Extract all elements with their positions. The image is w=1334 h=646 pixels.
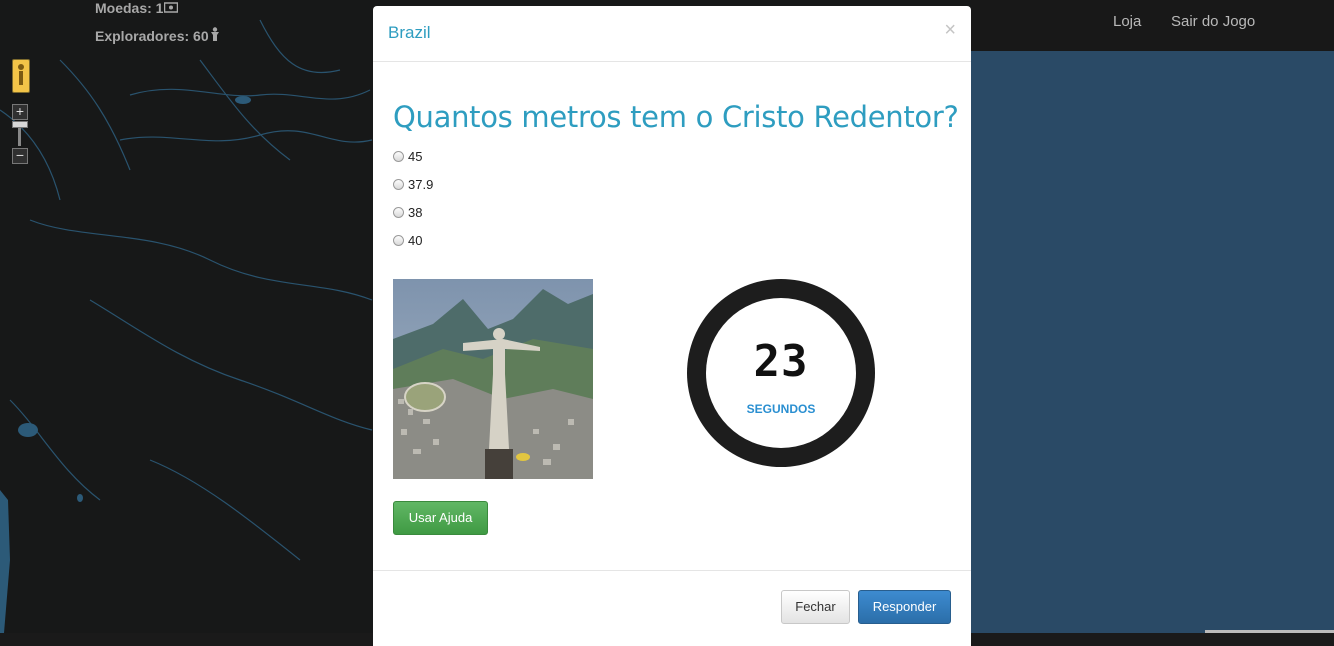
zoom-out-button[interactable]: − bbox=[12, 148, 28, 164]
answer-option-3[interactable]: 38 bbox=[393, 202, 422, 222]
close-icon[interactable]: × bbox=[944, 20, 956, 40]
timer-face: 23 SEGUNDOS bbox=[706, 298, 856, 448]
close-button[interactable]: Fechar bbox=[781, 590, 850, 624]
shop-link[interactable]: Loja bbox=[1113, 13, 1141, 30]
modal-title: Brazil bbox=[388, 23, 431, 42]
radio-button[interactable] bbox=[393, 150, 404, 162]
use-help-button[interactable]: Usar Ajuda bbox=[393, 501, 488, 535]
pegman-body bbox=[19, 71, 23, 85]
answer-option-4[interactable]: 40 bbox=[393, 230, 422, 250]
option-label: 38 bbox=[408, 204, 423, 220]
explorer-icon bbox=[210, 27, 220, 44]
option-label: 45 bbox=[408, 148, 423, 164]
radio-button[interactable] bbox=[393, 234, 404, 246]
option-label: 37.9 bbox=[408, 176, 434, 192]
modal-footer-divider bbox=[373, 570, 971, 571]
answer-option-2[interactable]: 37.9 bbox=[393, 174, 433, 194]
zoom-slider-handle[interactable] bbox=[12, 121, 28, 128]
radio-button[interactable] bbox=[393, 206, 404, 218]
timer-unit-label: SEGUNDOS bbox=[746, 402, 816, 416]
answer-button[interactable]: Responder bbox=[858, 590, 951, 624]
exit-game-link[interactable]: Sair do Jogo bbox=[1171, 13, 1255, 30]
pegman-head bbox=[18, 64, 24, 70]
question-text: Quantos metros tem o Cristo Redentor? bbox=[393, 100, 959, 134]
zoom-slider-track[interactable] bbox=[18, 126, 21, 146]
explorers-label: Exploradores: 60 bbox=[95, 28, 209, 44]
question-modal: Brazil × Quantos metros tem o Cristo Red… bbox=[373, 6, 971, 646]
ocean-area bbox=[971, 51, 1334, 633]
countdown-timer: 23 SEGUNDOS bbox=[687, 279, 875, 467]
explorers-counter: Exploradores: 60 bbox=[95, 27, 220, 44]
option-label: 40 bbox=[408, 232, 423, 248]
coins-label: Moedas: 1 bbox=[95, 0, 164, 16]
street-view-pegman-icon[interactable] bbox=[12, 59, 30, 93]
answer-option-1[interactable]: 45 bbox=[393, 146, 422, 166]
zoom-in-button[interactable]: + bbox=[12, 104, 28, 120]
modal-header: Brazil × bbox=[373, 6, 971, 62]
landmark-photo bbox=[393, 279, 593, 479]
timer-seconds-value: 23 bbox=[753, 336, 809, 387]
banknote-icon bbox=[164, 0, 179, 16]
top-navbar bbox=[971, 0, 1334, 51]
radio-button[interactable] bbox=[393, 178, 404, 190]
coins-counter: Moedas: 1 bbox=[95, 0, 179, 16]
